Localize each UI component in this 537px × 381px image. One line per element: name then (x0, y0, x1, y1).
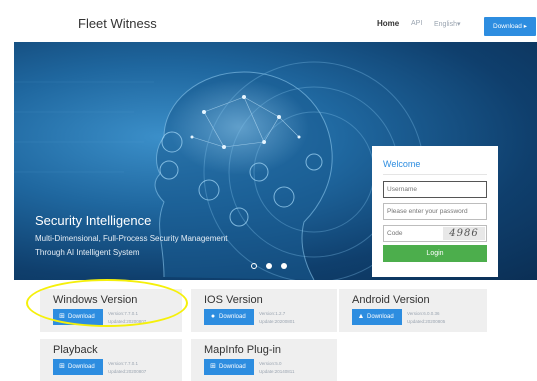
version-text: Version:5.0 (259, 361, 282, 366)
download-button-label: Download (367, 314, 394, 320)
version-text: Version:6.0.0.36 (407, 311, 440, 316)
hero-subtitle-line2: Through AI Intelligent System (35, 248, 140, 257)
download-card-playback: Playback ⊞ Download Version:7.7.0.1 Update… (40, 339, 182, 381)
hero-subtitle-line1: Multi-Dimensional, Full-Process Security… (35, 234, 228, 243)
download-button-label: Download (219, 364, 246, 370)
updated-text: Update:20140811 (259, 369, 295, 374)
version-info: Version:7.7.0.1 Updated:20200807 (108, 360, 146, 376)
download-card-android: Android Version ▲ Download Version:6.0.0.… (339, 289, 487, 332)
download-card-mapinfo: MapInfo Plug-in ⊞ Download Version:5.0 Upd… (191, 339, 337, 381)
highlight-annotation (26, 279, 188, 327)
hero-title: Security Intelligence (35, 213, 152, 228)
download-button[interactable]: ⊞ Download (53, 359, 103, 375)
carousel-dot-1[interactable] (251, 263, 257, 269)
version-text: Version:1.2.7 (259, 311, 286, 316)
download-dropdown-label: Download (493, 23, 522, 30)
updated-text: Updated:20200807 (108, 369, 147, 374)
version-info: Version:6.0.0.36 Updated:20200805 (407, 310, 445, 326)
android-icon: ▲ (357, 313, 365, 320)
language-dropdown[interactable]: English▾ (434, 20, 460, 28)
download-button[interactable]: ▲ Download (352, 309, 402, 325)
header: Fleet Witness Home API English▾ Download… (14, 4, 537, 42)
card-title: Playback (53, 344, 98, 356)
divider (383, 174, 487, 175)
card-title: IOS Version (204, 294, 263, 306)
card-title: Android Version (352, 294, 430, 306)
login-title: Welcome (383, 159, 421, 169)
card-title: MapInfo Plug-in (204, 344, 282, 356)
brand-title: Fleet Witness (78, 16, 157, 31)
password-input[interactable] (383, 203, 487, 220)
login-panel: Welcome 4986 Login (372, 146, 498, 277)
language-label: English (434, 21, 457, 28)
chevron-right-icon: ▸ (521, 23, 527, 30)
windows-icon: ⊞ (59, 363, 65, 370)
windows-icon: ⊞ (210, 363, 216, 370)
nav-api[interactable]: API (411, 20, 422, 27)
login-button[interactable]: Login (383, 245, 487, 262)
download-button-label: Download (68, 364, 95, 370)
download-button[interactable]: ● Download (204, 309, 254, 325)
download-button[interactable]: ⊞ Download (204, 359, 254, 375)
username-input[interactable] (383, 181, 487, 198)
apple-icon: ● (210, 313, 216, 320)
carousel-dot-3[interactable] (281, 263, 287, 269)
download-card-ios: IOS Version ● Download Version:1.2.7 Updat… (191, 289, 337, 332)
chevron-down-icon: ▾ (456, 21, 461, 28)
download-button-label: Download (219, 314, 246, 320)
hero-banner: Security Intelligence Multi-Dimensional,… (14, 42, 537, 280)
carousel-dot-2[interactable] (266, 263, 272, 269)
version-text: Version:7.7.0.1 (108, 361, 139, 366)
version-info: Version:1.2.7 Update:20200801 (259, 310, 295, 326)
updated-text: Update:20200801 (259, 319, 295, 324)
updated-text: Updated:20200805 (407, 319, 446, 324)
captcha-image[interactable]: 4986 (443, 227, 485, 240)
nav-home[interactable]: Home (377, 19, 399, 28)
download-dropdown-button[interactable]: Download ▸ (484, 17, 536, 36)
version-info: Version:5.0 Update:20140811 (259, 360, 294, 376)
